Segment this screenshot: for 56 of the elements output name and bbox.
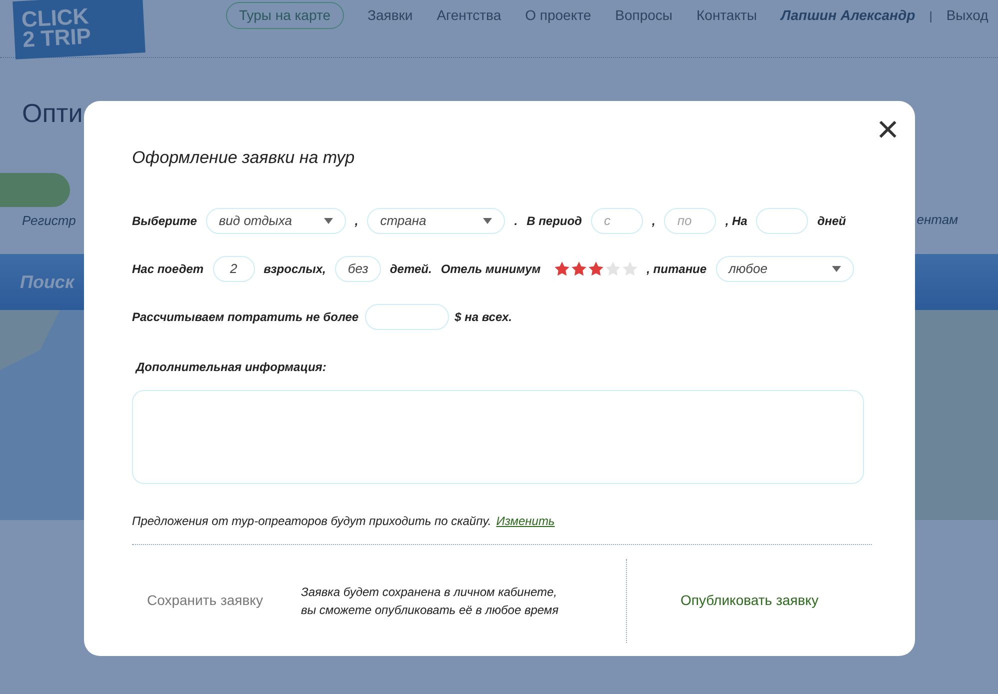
- star-icon[interactable]: [604, 260, 621, 276]
- star-rating[interactable]: [554, 260, 638, 276]
- notice-text: Предложения от тур-опреаторов будут приходить по скайпу.: [132, 512, 492, 530]
- save-button[interactable]: Сохранить заявку: [147, 590, 263, 611]
- save-hint: Заявка будет сохранена в личном кабинете,: [300, 584, 558, 600]
- close-button[interactable]: ×: [876, 113, 899, 147]
- field-label: , питание: [646, 260, 707, 278]
- caret-icon: [832, 266, 841, 272]
- field-label: Отель минимум: [440, 260, 541, 278]
- comma: ,: [652, 212, 656, 230]
- field-label: взрослых,: [264, 260, 326, 278]
- logo[interactable]: CLICK 2 TRIP: [12, 0, 146, 60]
- separator: |: [929, 8, 932, 24]
- save-hint: вы сможете опубликовать её в любое время: [300, 602, 559, 618]
- star-icon[interactable]: [570, 260, 587, 276]
- star-icon[interactable]: [554, 260, 570, 276]
- period-mark: .: [514, 212, 518, 230]
- field-label: Выберите: [132, 212, 197, 230]
- promo-caption: Регистр: [22, 212, 77, 230]
- nav-link[interactable]: Агентства: [436, 3, 502, 28]
- star-icon[interactable]: [622, 260, 638, 276]
- user-name[interactable]: Лапшин Александр: [780, 5, 916, 26]
- star-icon[interactable]: [588, 260, 604, 276]
- field-label: дней: [817, 212, 846, 230]
- date-to-field[interactable]: по: [664, 208, 716, 234]
- caret-icon: [483, 218, 492, 224]
- date-from-field[interactable]: с: [590, 208, 643, 234]
- field-label: $ на всех.: [454, 308, 512, 326]
- page-heading: Опти: [22, 97, 83, 130]
- budget-field[interactable]: [364, 304, 449, 330]
- nav-link[interactable]: Туры на карте: [226, 2, 344, 29]
- nav-link[interactable]: О проекте: [525, 3, 592, 28]
- modal-title: Оформление заявки на тур: [132, 147, 356, 169]
- sidebar-text: ентам: [916, 211, 958, 229]
- nav-link[interactable]: Вопросы: [615, 3, 672, 28]
- promo-illustration: [0, 173, 70, 206]
- food-select[interactable]: любое: [716, 256, 854, 282]
- field-label: Нас поедет: [132, 260, 204, 278]
- caret-icon: [324, 218, 333, 224]
- comma: ,: [354, 212, 358, 230]
- field-label: В период: [526, 212, 582, 230]
- change-link[interactable]: Изменить: [496, 512, 555, 530]
- nav-link[interactable]: Заявки: [368, 3, 413, 28]
- type-select[interactable]: вид отдыха: [206, 208, 346, 234]
- logout-link[interactable]: Выход: [946, 5, 988, 26]
- field-label: детей.: [390, 260, 432, 278]
- field-label: , На: [725, 212, 748, 230]
- days-field[interactable]: [756, 208, 808, 234]
- field-label: Рассчитываем потратить не более: [132, 308, 359, 326]
- info-field[interactable]: [132, 390, 864, 484]
- info-label: Дополнительная информация:: [136, 358, 328, 376]
- adults-field[interactable]: 2: [212, 256, 255, 282]
- children-field[interactable]: без: [334, 256, 381, 282]
- nav-link[interactable]: Контакты: [696, 3, 757, 28]
- country-select[interactable]: страна: [367, 208, 506, 234]
- publish-button[interactable]: Опубликовать заявку: [680, 590, 818, 611]
